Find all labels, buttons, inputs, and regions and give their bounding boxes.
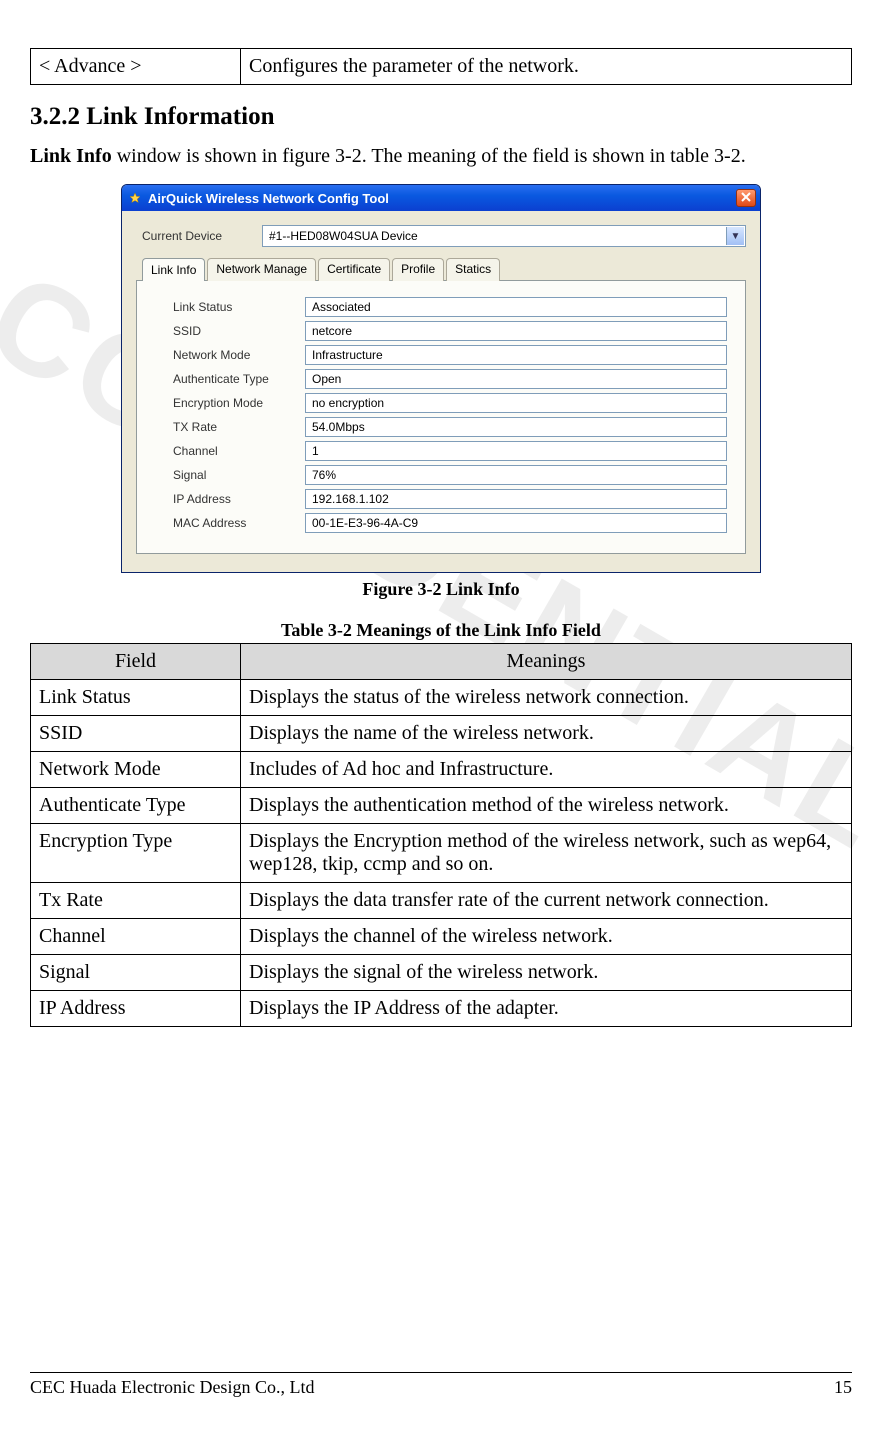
- table-row: < Advance > Configures the parameter of …: [31, 49, 852, 85]
- label-authenticate-type: Authenticate Type: [155, 372, 305, 386]
- table-row: ChannelDisplays the channel of the wirel…: [31, 919, 852, 955]
- intro-bold: Link Info: [30, 145, 112, 167]
- table-row: SSIDDisplays the name of the wireless ne…: [31, 716, 852, 752]
- cell-field: Network Mode: [31, 752, 241, 788]
- label-encryption-mode: Encryption Mode: [155, 396, 305, 410]
- tab-network-manage[interactable]: Network Manage: [207, 258, 316, 281]
- intro-rest: window is shown in figure 3-2. The meani…: [112, 145, 746, 167]
- close-icon: [741, 191, 751, 205]
- cell-field: Encryption Type: [31, 824, 241, 883]
- table-row: Authenticate TypeDisplays the authentica…: [31, 788, 852, 824]
- table-header-row: Field Meanings: [31, 644, 852, 680]
- cell-meaning: Displays the Encryption method of the wi…: [241, 824, 852, 883]
- cell-meaning: Displays the name of the wireless networ…: [241, 716, 852, 752]
- field-ssid[interactable]: netcore: [305, 321, 727, 341]
- label-mac-address: MAC Address: [155, 516, 305, 530]
- param-value: Configures the parameter of the network.: [241, 49, 852, 85]
- section-heading: 3.2.2 Link Information: [30, 103, 852, 131]
- table-row: IP AddressDisplays the IP Address of the…: [31, 991, 852, 1027]
- table-row: SignalDisplays the signal of the wireles…: [31, 955, 852, 991]
- current-device-dropdown[interactable]: #1--HED08W04SUA Device ▼: [262, 225, 746, 247]
- field-authenticate-type[interactable]: Open: [305, 369, 727, 389]
- table-row: Network ModeIncludes of Ad hoc and Infra…: [31, 752, 852, 788]
- cell-field: Authenticate Type: [31, 788, 241, 824]
- tab-link-info[interactable]: Link Info: [142, 258, 205, 281]
- tab-certificate[interactable]: Certificate: [318, 258, 390, 281]
- page-footer: CEC Huada Electronic Design Co., Ltd 15: [30, 1372, 852, 1398]
- hdr-field: Field: [31, 644, 241, 680]
- field-channel[interactable]: 1: [305, 441, 727, 461]
- field-signal[interactable]: 76%: [305, 465, 727, 485]
- close-button[interactable]: [736, 189, 756, 207]
- label-ip-address: IP Address: [155, 492, 305, 506]
- field-encryption-mode[interactable]: no encryption: [305, 393, 727, 413]
- table-row: Link StatusDisplays the status of the wi…: [31, 680, 852, 716]
- window-titlebar: AirQuick Wireless Network Config Tool: [122, 185, 760, 211]
- cell-meaning: Displays the IP Address of the adapter.: [241, 991, 852, 1027]
- field-link-status[interactable]: Associated: [305, 297, 727, 317]
- meanings-table: Field Meanings Link StatusDisplays the s…: [30, 643, 852, 1027]
- label-link-status: Link Status: [155, 300, 305, 314]
- field-ip-address[interactable]: 192.168.1.102: [305, 489, 727, 509]
- param-table: < Advance > Configures the parameter of …: [30, 48, 852, 85]
- label-tx-rate: TX Rate: [155, 420, 305, 434]
- cell-field: Channel: [31, 919, 241, 955]
- label-channel: Channel: [155, 444, 305, 458]
- chevron-down-icon: ▼: [726, 227, 744, 245]
- footer-company: CEC Huada Electronic Design Co., Ltd: [30, 1377, 314, 1398]
- table-row: Encryption TypeDisplays the Encryption m…: [31, 824, 852, 883]
- field-tx-rate[interactable]: 54.0Mbps: [305, 417, 727, 437]
- label-signal: Signal: [155, 468, 305, 482]
- cell-field: Tx Rate: [31, 883, 241, 919]
- tab-pane-link-info: Link StatusAssociated SSIDnetcore Networ…: [136, 280, 746, 554]
- current-device-label: Current Device: [142, 229, 252, 243]
- config-tool-window: AirQuick Wireless Network Config Tool Cu…: [121, 184, 761, 573]
- field-network-mode[interactable]: Infrastructure: [305, 345, 727, 365]
- current-device-value: #1--HED08W04SUA Device: [269, 229, 418, 243]
- tab-strip: Link Info Network Manage Certificate Pro…: [136, 257, 746, 280]
- label-network-mode: Network Mode: [155, 348, 305, 362]
- label-ssid: SSID: [155, 324, 305, 338]
- cell-meaning: Displays the status of the wireless netw…: [241, 680, 852, 716]
- field-mac-address[interactable]: 00-1E-E3-96-4A-C9: [305, 513, 727, 533]
- cell-meaning: Displays the authentication method of th…: [241, 788, 852, 824]
- intro-paragraph: Link Info window is shown in figure 3-2.…: [30, 145, 852, 168]
- cell-field: IP Address: [31, 991, 241, 1027]
- figure-caption: Figure 3-2 Link Info: [30, 579, 852, 600]
- tab-profile[interactable]: Profile: [392, 258, 444, 281]
- footer-page-number: 15: [834, 1377, 852, 1398]
- cell-meaning: Displays the signal of the wireless netw…: [241, 955, 852, 991]
- cell-field: SSID: [31, 716, 241, 752]
- table-caption: Table 3-2 Meanings of the Link Info Fiel…: [30, 620, 852, 641]
- table-row: Tx RateDisplays the data transfer rate o…: [31, 883, 852, 919]
- star-icon: [128, 191, 142, 205]
- hdr-meanings: Meanings: [241, 644, 852, 680]
- cell-field: Link Status: [31, 680, 241, 716]
- window-title: AirQuick Wireless Network Config Tool: [148, 191, 736, 206]
- cell-meaning: Displays the channel of the wireless net…: [241, 919, 852, 955]
- cell-meaning: Displays the data transfer rate of the c…: [241, 883, 852, 919]
- tab-statics[interactable]: Statics: [446, 258, 500, 281]
- cell-field: Signal: [31, 955, 241, 991]
- cell-meaning: Includes of Ad hoc and Infrastructure.: [241, 752, 852, 788]
- param-key: < Advance >: [31, 49, 241, 85]
